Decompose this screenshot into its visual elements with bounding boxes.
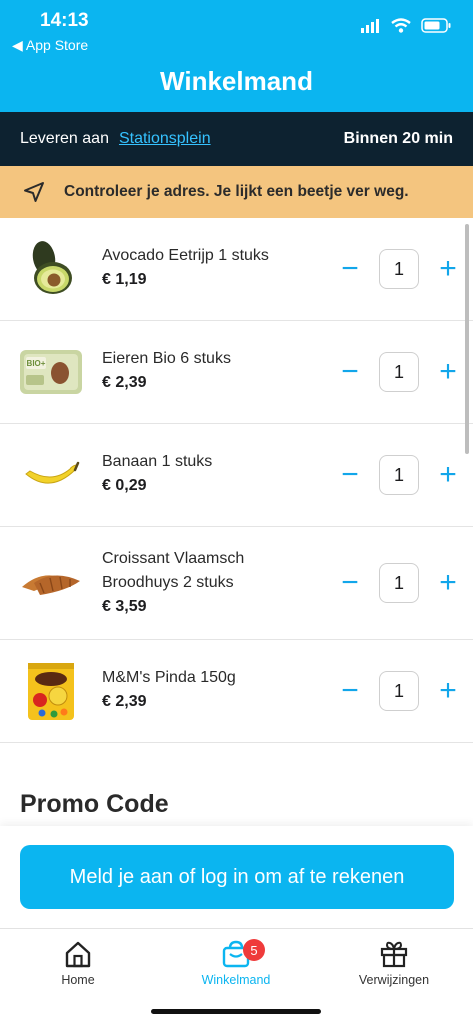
back-to-app-store[interactable]: ◀ App Store	[12, 37, 88, 54]
quantity-field[interactable]: 1	[379, 563, 419, 603]
decrease-button[interactable]: −	[336, 357, 364, 387]
delivery-label: Leveren aan	[20, 130, 109, 147]
quantity-stepper: − 1 +	[336, 455, 462, 495]
address-warning[interactable]: Controleer je adres. Je lijkt een beetje…	[0, 166, 473, 218]
avocado-image	[20, 238, 82, 300]
tab-home-label: Home	[61, 973, 95, 987]
back-triangle-icon: ◀	[12, 37, 23, 53]
croissant-image	[20, 553, 82, 615]
status-icons	[361, 18, 451, 33]
decrease-button[interactable]: −	[336, 676, 364, 706]
cart-list: Avocado Eetrijp 1 stuks € 1,19 − 1 + BIO…	[0, 218, 473, 743]
tab-verwijzingen-label: Verwijzingen	[358, 973, 430, 987]
svg-text:BIO+: BIO+	[27, 359, 46, 368]
quantity-field[interactable]: 1	[379, 249, 419, 289]
signal-icon	[361, 18, 379, 33]
increase-button[interactable]: +	[434, 568, 462, 598]
cart-item: Avocado Eetrijp 1 stuks € 1,19 − 1 +	[0, 218, 473, 321]
item-price: € 0,29	[102, 477, 147, 494]
item-name-line-2: Broodhuys 2 stuks	[102, 574, 234, 591]
decrease-button[interactable]: −	[336, 568, 364, 598]
item-price: € 3,59	[102, 598, 147, 615]
increase-button[interactable]: +	[434, 357, 462, 387]
increase-button[interactable]: +	[434, 460, 462, 490]
decrease-button[interactable]: −	[336, 254, 364, 284]
increase-button[interactable]: +	[434, 254, 462, 284]
increase-button[interactable]: +	[434, 676, 462, 706]
item-name: Banaan 1 stuks	[102, 453, 213, 470]
item-name: Eieren Bio 6 stuks	[102, 350, 231, 367]
cart-item: Banaan 1 stuks € 0,29 − 1 +	[0, 424, 473, 527]
item-info: Croissant Vlaamsch Broodhuys 2 stuks € 3…	[102, 547, 302, 619]
cart-item: M&M's Pinda 150g € 2,39 − 1 +	[0, 640, 473, 743]
delivery-address-link[interactable]: Stationsplein	[119, 130, 211, 148]
cart-item: BIO+ Eieren Bio 6 stuks € 2,39 − 1 +	[0, 321, 473, 424]
back-app-label: App Store	[25, 37, 89, 53]
promo-code-heading: Promo Code	[20, 790, 169, 818]
quantity-stepper: − 1 +	[336, 563, 462, 603]
house-icon	[65, 941, 91, 968]
cart-item: Croissant Vlaamsch Broodhuys 2 stuks € 3…	[0, 527, 473, 640]
tab-winkelmand-label: Winkelmand	[201, 973, 271, 987]
decrease-button[interactable]: −	[336, 460, 364, 490]
status-time: 14:13	[40, 10, 89, 31]
item-info: Avocado Eetrijp 1 stuks € 1,19	[102, 244, 302, 292]
tab-home[interactable]: Home	[18, 935, 138, 987]
tab-verwijzingen[interactable]: Verwijzingen	[334, 935, 454, 987]
login-to-checkout-button[interactable]: Meld je aan of log in om af te rekenen	[20, 845, 454, 909]
warning-text: Controleer je adres. Je lijkt een beetje…	[64, 183, 409, 200]
quantity-field[interactable]: 1	[379, 671, 419, 711]
location-arrow-icon	[24, 182, 44, 202]
top-header: 14:13 ◀ App Store Winkelmand	[0, 0, 473, 112]
quantity-stepper: − 1 +	[336, 671, 462, 711]
mms-bag-image	[20, 660, 82, 722]
item-info: Banaan 1 stuks € 0,29	[102, 450, 302, 498]
item-price: € 1,19	[102, 271, 147, 288]
item-info: M&M's Pinda 150g € 2,39	[102, 666, 302, 714]
quantity-field[interactable]: 1	[379, 352, 419, 392]
quantity-field[interactable]: 1	[379, 455, 419, 495]
delivery-bar: Leveren aan Stationsplein Binnen 20 min	[0, 112, 473, 166]
item-name-line-1: Croissant Vlaamsch	[102, 550, 245, 567]
tab-winkelmand[interactable]: 5 Winkelmand	[176, 935, 296, 987]
item-name: Avocado Eetrijp 1 stuks	[102, 247, 269, 264]
item-price: € 2,39	[102, 374, 147, 391]
home-indicator	[151, 1009, 321, 1014]
scrollbar[interactable]	[465, 224, 469, 454]
cart-count-badge: 5	[243, 939, 265, 961]
quantity-stepper: − 1 +	[336, 249, 462, 289]
page-title: Winkelmand	[160, 66, 313, 96]
battery-icon	[421, 18, 451, 33]
gift-icon	[380, 941, 408, 968]
item-price: € 2,39	[102, 693, 147, 710]
item-info: Eieren Bio 6 stuks € 2,39	[102, 347, 302, 395]
wifi-icon	[391, 18, 411, 33]
checkout-panel: Meld je aan of log in om af te rekenen	[0, 826, 473, 928]
quantity-stepper: − 1 +	[336, 352, 462, 392]
banana-image	[20, 444, 82, 506]
item-name: M&M's Pinda 150g	[102, 669, 236, 686]
egg-box-image: BIO+	[20, 341, 82, 403]
delivery-eta: Binnen 20 min	[343, 130, 453, 147]
